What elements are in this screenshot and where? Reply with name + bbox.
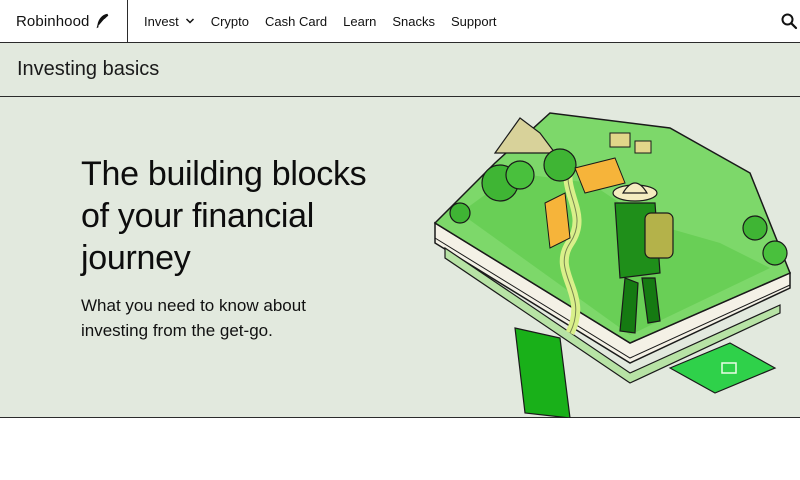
nav-invest[interactable]: Invest — [144, 0, 203, 43]
nav-learn-label: Learn — [343, 13, 377, 29]
nav-cash-card[interactable]: Cash Card — [257, 0, 335, 43]
brand-name: Robinhood — [16, 12, 90, 30]
section-title: Investing basics — [17, 58, 160, 80]
hero-illustration — [433, 112, 791, 418]
nav-learn[interactable]: Learn — [335, 0, 384, 43]
nav-support-label: Support — [451, 13, 497, 29]
nav-snacks[interactable]: Snacks — [384, 0, 443, 43]
search-icon[interactable] — [780, 12, 798, 30]
nav-crypto-label: Crypto — [210, 13, 249, 29]
brand-logo[interactable]: Robinhood — [0, 0, 128, 43]
nav-snacks-label: Snacks — [392, 13, 436, 29]
nav-cash-card-label: Cash Card — [264, 13, 328, 29]
hero-section: Investing basics The building blocks of … — [0, 43, 800, 418]
feather-icon — [97, 13, 109, 29]
chevron-down-icon — [185, 18, 194, 24]
nav-crypto[interactable]: Crypto — [203, 0, 257, 43]
top-navigation: Robinhood Invest Crypto Cash Card Learn … — [0, 0, 800, 43]
main-nav: Invest Crypto Cash Card Learn Snacks Sup… — [144, 0, 505, 43]
nav-support[interactable]: Support — [443, 0, 505, 43]
nav-invest-label: Invest — [144, 13, 179, 29]
hero-description: What you need to know about investing fr… — [81, 296, 306, 340]
hero-heading: The building blocks of your financial jo… — [81, 155, 367, 277]
